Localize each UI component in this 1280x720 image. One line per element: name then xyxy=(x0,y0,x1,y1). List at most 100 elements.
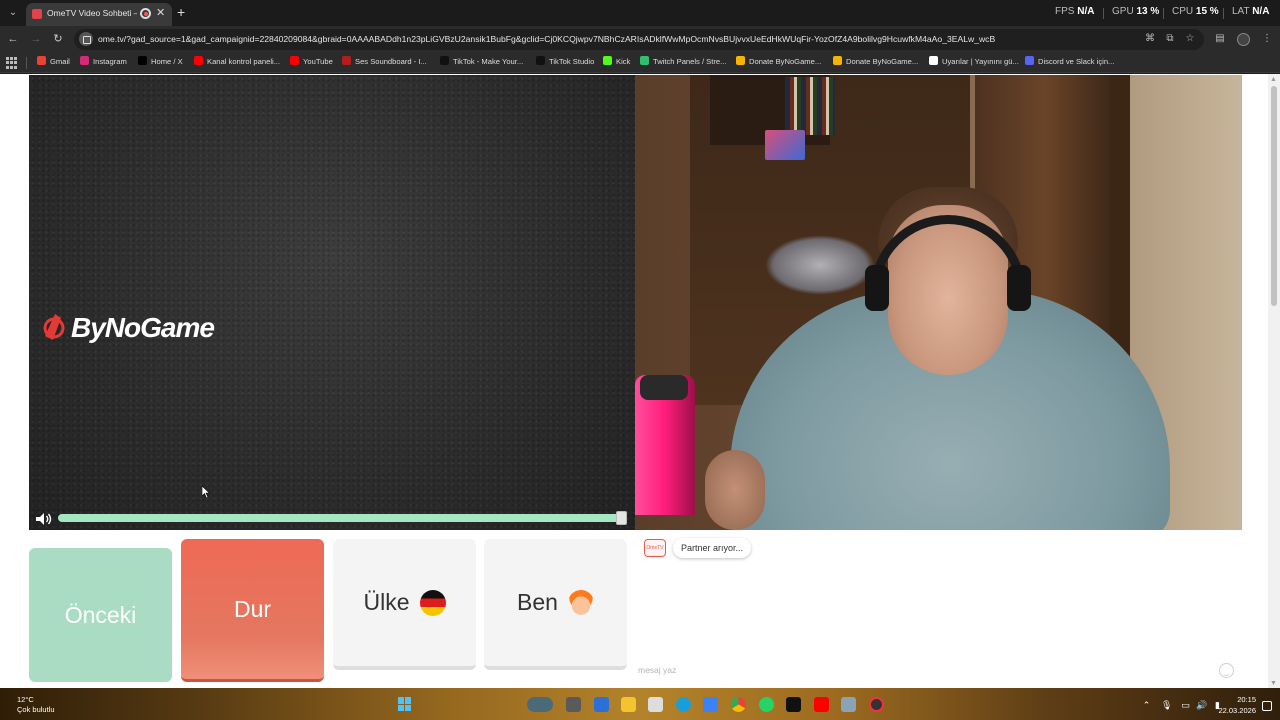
bookmark-item[interactable]: Kick xyxy=(603,56,630,70)
previous-button-label: Önceki xyxy=(64,601,137,628)
translate-icon[interactable]: ⌘ xyxy=(1144,33,1156,45)
bookmark-star-icon[interactable]: ☆ xyxy=(1184,33,1196,45)
weather-description[interactable]: Çok bulutlu xyxy=(17,705,55,714)
cpu-label: CPU xyxy=(1172,6,1194,17)
germany-flag-icon xyxy=(419,589,446,616)
bookmark-item[interactable]: Home / X xyxy=(138,56,183,70)
previous-button[interactable]: Önceki xyxy=(29,548,172,682)
bookmark-item[interactable]: Discord ve Slack için... xyxy=(1025,56,1114,70)
site-info-icon[interactable] xyxy=(79,32,93,46)
country-button-label: Ülke xyxy=(363,589,410,615)
emoji-smiley-icon[interactable] xyxy=(1219,663,1234,678)
car-widget-icon[interactable] xyxy=(527,697,553,712)
tab-search-chevron-icon[interactable]: ⌄ xyxy=(5,5,21,21)
windows-start-icon[interactable] xyxy=(398,697,412,711)
store-icon[interactable] xyxy=(594,697,609,712)
menu-kebab-icon[interactable]: ⋮ xyxy=(1261,33,1273,45)
tiktok-icon[interactable] xyxy=(786,697,801,712)
notification-center-icon[interactable] xyxy=(1262,701,1272,711)
forward-arrow-icon[interactable]: → xyxy=(29,32,43,46)
settings-gear-icon[interactable] xyxy=(841,697,856,712)
bookmark-item[interactable]: Gmail xyxy=(37,56,70,70)
bookmark-label: YouTube xyxy=(303,57,333,66)
volume-fill xyxy=(58,514,626,522)
chat-message-input[interactable] xyxy=(638,661,1218,679)
lat-value: N/A xyxy=(1252,6,1270,17)
bookmark-item[interactable]: Instagram xyxy=(80,56,127,70)
scrollbar-thumb[interactable] xyxy=(1271,86,1277,306)
reload-icon[interactable]: ↻ xyxy=(51,32,65,46)
stop-button[interactable]: Dur xyxy=(181,539,324,682)
install-app-icon[interactable]: ⧉ xyxy=(1164,33,1176,45)
bookmark-item[interactable]: Donate ByNoGame... xyxy=(833,56,918,70)
bookmark-label: Twitch Panels / Stre... xyxy=(653,57,727,66)
chat-status-message: Partner arıyor... xyxy=(673,538,752,558)
stop-button-label: Dur xyxy=(233,595,272,622)
tab-close-icon[interactable]: ✕ xyxy=(156,6,165,19)
bynogame-logo-mark-icon xyxy=(43,314,65,340)
clock-time[interactable]: 20:15 xyxy=(1226,695,1256,704)
scroll-up-arrow-icon[interactable]: ▲ xyxy=(1270,76,1277,83)
address-bar[interactable]: ome.tv/?gad_source=1&gad_campaignid=2284… xyxy=(74,29,1204,50)
fps-readout: FPS N/A xyxy=(1055,6,1094,20)
bookmark-item[interactable]: Uyarılar | Yayınını gü... xyxy=(929,56,1019,70)
clock-date[interactable]: 22.03.2026 xyxy=(1210,706,1256,715)
bookmark-item[interactable]: Kanal kontrol paneli... xyxy=(194,56,280,70)
bookmark-favicon-icon xyxy=(1025,56,1034,65)
bookmark-item[interactable]: Donate ByNoGame... xyxy=(736,56,821,70)
bookmark-item[interactable]: Ses Soundboard - I... xyxy=(342,56,427,70)
weather-temperature[interactable]: 12°C xyxy=(17,695,34,704)
calendar-app-icon[interactable] xyxy=(648,697,663,712)
windows-taskbar xyxy=(0,688,1280,720)
whatsapp-icon[interactable] xyxy=(759,697,774,712)
profile-avatar-icon[interactable] xyxy=(1237,33,1250,46)
country-filter-button[interactable]: Ülke xyxy=(333,539,476,670)
file-explorer-icon[interactable] xyxy=(621,697,636,712)
bookmark-favicon-icon xyxy=(194,56,203,65)
tray-chevron-up-icon[interactable]: ⌃ xyxy=(1141,700,1152,710)
box-scene xyxy=(765,130,805,160)
bookmark-favicon-icon xyxy=(833,56,842,65)
outlook-icon[interactable] xyxy=(703,697,718,712)
task-view-icon[interactable] xyxy=(566,697,581,712)
me-gender-button[interactable]: Ben xyxy=(484,539,627,670)
bookmark-label: TikTok - Make Your... xyxy=(453,57,524,66)
volume-tray-icon[interactable]: 🔊 xyxy=(1196,700,1207,710)
lat-readout: LAT N/A xyxy=(1232,6,1269,20)
volume-slider[interactable] xyxy=(58,514,626,522)
bookmark-item[interactable]: Twitch Panels / Stre... xyxy=(640,56,726,70)
bookmark-item[interactable]: TikTok Studio xyxy=(536,56,594,70)
apps-grid-icon[interactable] xyxy=(6,57,18,69)
self-video[interactable]: ByNoGame xyxy=(29,75,635,530)
bookmark-label: TikTok Studio xyxy=(549,57,595,66)
bynogame-logo: ByNoGame xyxy=(41,309,221,345)
url-text[interactable]: ome.tv/?gad_source=1&gad_campaignid=2284… xyxy=(98,34,1138,44)
new-tab-plus-icon[interactable]: + xyxy=(177,4,185,20)
extensions-icon[interactable]: ▤ xyxy=(1214,33,1226,45)
fps-value: N/A xyxy=(1077,6,1095,17)
headset-ear-left xyxy=(865,265,889,311)
edge-icon[interactable] xyxy=(676,697,691,712)
bookmark-item[interactable]: TikTok - Make Your... xyxy=(440,56,523,70)
bag-scene xyxy=(765,235,875,295)
microphone-icon[interactable]: 🎙 xyxy=(1161,700,1172,710)
gpu-label: GPU xyxy=(1112,6,1134,17)
bookmark-favicon-icon xyxy=(640,56,649,65)
lamp-cap-scene xyxy=(640,375,688,400)
volume-slider-handle[interactable] xyxy=(616,511,627,525)
browser-tab-active[interactable]: OmeTV Video Sohbeti — O ✕ xyxy=(26,3,172,26)
bookmark-label: Instagram xyxy=(93,57,127,66)
volume-speaker-icon[interactable] xyxy=(35,512,53,526)
scroll-down-arrow-icon[interactable]: ▼ xyxy=(1270,680,1277,687)
fps-label: FPS xyxy=(1055,6,1075,17)
chrome-icon[interactable] xyxy=(731,697,746,712)
bookmark-label: Ses Soundboard - I... xyxy=(355,57,427,66)
network-icon[interactable]: ▭ xyxy=(1180,700,1191,710)
youtube-icon[interactable] xyxy=(814,697,829,712)
perf-divider xyxy=(1103,8,1104,19)
bookmark-favicon-icon xyxy=(290,56,299,65)
bookmark-item[interactable]: YouTube xyxy=(290,56,333,70)
back-arrow-icon[interactable]: ← xyxy=(6,32,20,46)
gpu-readout: GPU 13 % xyxy=(1112,6,1159,20)
obs-icon[interactable] xyxy=(869,697,884,712)
